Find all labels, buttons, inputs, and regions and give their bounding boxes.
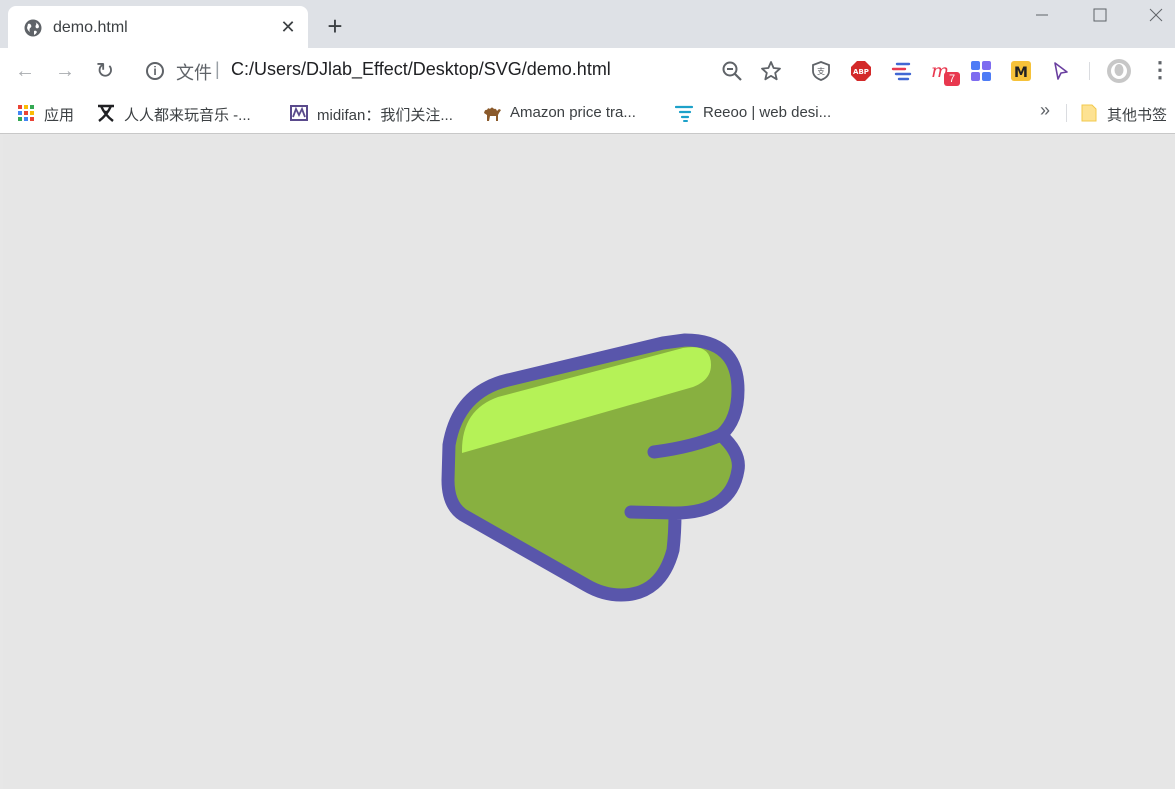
bookmark-other-folder[interactable]: 其他书签 [1079,102,1171,124]
reload-button[interactable]: ↻ [93,60,117,84]
globe-icon [24,19,42,37]
bookmark-label: 其他书签 [1107,107,1168,124]
bookmark-apps[interactable]: 应用 [16,102,86,124]
reeoo-logo-icon [675,105,694,122]
tab-title: demo.html [53,19,128,36]
bookmark-label: midifan：我们关注... [317,107,453,124]
bookmark-label: Reeoo | web desi... [703,104,832,121]
url-text[interactable]: C:/Users/DJlab_Effect/Desktop/SVG/demo.h… [231,59,611,80]
cursor-extension-icon[interactable] [1050,60,1072,82]
browser-window: demo.html ✕ + ← → ↻ i 文件 | C:/Users/DJla… [0,0,1175,789]
svg-text:ABP: ABP [853,68,869,76]
browser-toolbar: ← → ↻ i 文件 | C:/Users/DJlab_Effect/Deskt… [0,48,1175,94]
tab-strip: demo.html ✕ + [0,0,1175,48]
yi-logo-icon [98,104,114,122]
tiles-extension-icon[interactable] [970,60,992,82]
maximize-button[interactable] [1088,4,1112,26]
m-yellow-extension-icon[interactable]: M [1010,60,1032,82]
forward-button[interactable]: → [53,60,77,84]
toolbar-divider [1089,62,1090,80]
bookmark-star-icon[interactable] [760,60,782,82]
midifan-logo-icon [290,105,308,121]
svg-demo-canvas [441,333,745,602]
bookmark-label: 应用 [44,107,75,124]
bookmark-renren[interactable]: 人人都来玩音乐 -... [96,102,276,124]
lines-extension-icon[interactable] [890,60,912,82]
zoom-out-icon[interactable] [721,60,743,82]
apps-grid-icon [18,105,34,121]
camel-icon [484,107,501,121]
svg-text:M: M [1014,65,1028,81]
bookmark-label: 人人都来玩音乐 -... [124,107,251,124]
browser-menu-button[interactable]: ⋮ [1149,59,1171,82]
bookmarks-overflow-button[interactable]: » [1040,100,1050,121]
address-bar[interactable]: i 文件 | C:/Users/DJlab_Effect/Desktop/SVG… [142,59,702,85]
scheme-label: 文件 [176,63,212,83]
bookmark-amazon-price[interactable]: Amazon price tra... [482,102,662,124]
close-window-button[interactable] [1144,4,1168,26]
close-tab-icon[interactable]: ✕ [278,17,298,37]
scheme-separator: | [215,59,220,79]
extension-badge: 7 [944,72,960,86]
page-viewport [3,135,1175,789]
profile-avatar-icon[interactable] [1106,58,1132,84]
folder-icon [1081,104,1097,122]
adblock-plus-icon[interactable]: ABP [850,60,872,82]
site-info-icon[interactable]: i [146,62,164,80]
bookmarks-divider [1066,104,1067,122]
bookmark-midifan[interactable]: midifan：我们关注... [289,102,469,124]
bookmark-reeoo[interactable]: Reeoo | web desi... [675,102,855,124]
bookmark-label: Amazon price tra... [510,104,636,121]
tab-demo[interactable]: demo.html ✕ [8,6,308,48]
back-button[interactable]: ← [13,60,37,84]
svg-text:支: 支 [817,66,825,76]
new-tab-button[interactable]: + [322,13,348,40]
minimize-button[interactable] [1030,4,1054,26]
bookmarks-bar: 应用 人人都来玩音乐 -... midifan：我们关注... Amazon p… [0,94,1175,134]
demo-shape-lower-stroke [624,505,682,520]
shield-extension-icon[interactable]: 支 [810,60,832,82]
